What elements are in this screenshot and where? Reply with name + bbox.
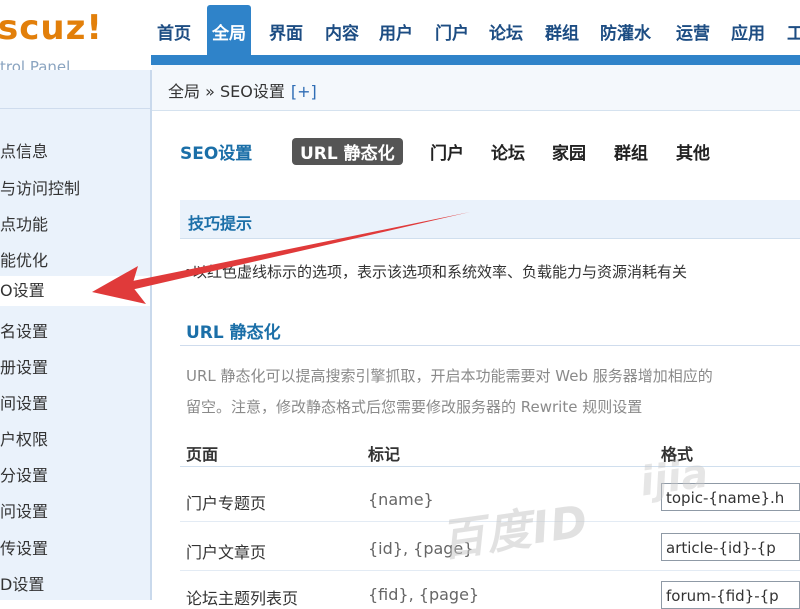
- top-navigation: 首页 全局 界面 内容 用户 门户 论坛 群组 防灌水 运营 应用 工: [151, 5, 800, 57]
- sidebar-item-access-control[interactable]: 与访问控制: [0, 175, 80, 199]
- topnav-forum[interactable]: 论坛: [489, 19, 523, 44]
- sidebar-item-user-permissions[interactable]: 户权限: [0, 426, 48, 450]
- tips-bullet: [186, 269, 190, 273]
- subtab-groups[interactable]: 群组: [614, 139, 648, 164]
- logo-subtitle: trol Panel: [0, 58, 71, 70]
- topnav-antispam[interactable]: 防灌水: [600, 19, 651, 44]
- breadcrumb-expand-button[interactable]: [+]: [291, 82, 317, 101]
- section-divider: [180, 345, 800, 346]
- sidebar-item-register[interactable]: 册设置: [0, 354, 48, 378]
- table-cell-mark: {fid}, {page}: [368, 585, 480, 604]
- topnav-operations[interactable]: 运营: [676, 19, 710, 44]
- topnav-interface[interactable]: 界面: [269, 19, 303, 44]
- format-input[interactable]: forum-{fid}-{p: [661, 581, 800, 609]
- section-description-line2: 留空。注意，修改静态格式后您需要修改服务器的 Rewrite 规则设置: [186, 398, 643, 416]
- section-description-line1: URL 静态化可以提高搜索引擎抓取，开启本功能需要对 Web 服务器增加相应的: [186, 367, 713, 385]
- sidebar-item-credits[interactable]: 分设置: [0, 462, 48, 486]
- subtab-url-static[interactable]: URL 静态化: [292, 138, 403, 165]
- sidebar-item-space[interactable]: 间设置: [0, 390, 48, 414]
- sidebar: 点信息 与访问控制 点功能 能优化 O设置 名设置 册设置 间设置 户权限 分设…: [0, 70, 150, 600]
- topnav-users[interactable]: 用户: [379, 19, 413, 44]
- table-header-page: 页面: [186, 445, 219, 464]
- sidebar-item-id[interactable]: D设置: [0, 571, 44, 595]
- subtab-forum[interactable]: 论坛: [491, 139, 525, 164]
- sidebar-divider: [0, 108, 150, 109]
- topnav-global[interactable]: 全局: [207, 5, 251, 57]
- table-cell-page: 门户文章页: [186, 543, 267, 562]
- breadcrumb: 全局 » SEO设置 [+]: [168, 78, 317, 102]
- top-header: scuz! trol Panel 首页 全局 界面 内容 用户 门户 论坛 群组…: [0, 0, 800, 70]
- sidebar-item-upload[interactable]: 传设置: [0, 535, 48, 559]
- breadcrumb-path[interactable]: 全局 » SEO设置: [168, 82, 285, 101]
- sidebar-item-questions[interactable]: 问设置: [0, 498, 48, 522]
- sidebar-item-performance[interactable]: 能优化: [0, 247, 48, 271]
- topnav-home[interactable]: 首页: [157, 19, 191, 44]
- table-cell-page: 论坛主题列表页: [186, 589, 299, 608]
- sidebar-item-site-features[interactable]: 点功能: [0, 211, 48, 235]
- topnav-tools[interactable]: 工: [787, 19, 800, 44]
- table-cell-mark: {name}: [368, 490, 434, 509]
- topnav-apps[interactable]: 应用: [731, 19, 765, 44]
- row-divider: [180, 570, 800, 571]
- format-input[interactable]: article-{id}-{p: [661, 533, 800, 561]
- watermark-secondary: ijia: [637, 450, 711, 506]
- topnav-portal[interactable]: 门户: [435, 19, 469, 44]
- table-cell-page: 门户专题页: [186, 494, 267, 513]
- sidebar-item-site-info[interactable]: 点信息: [0, 138, 48, 162]
- subtab-title: SEO设置: [180, 144, 253, 164]
- sidebar-item-seo[interactable]: O设置: [0, 276, 150, 306]
- tips-header: 技巧提示: [180, 200, 800, 239]
- tips-text: 以红色虚线标示的选项，表示该选项和系统效率、负载能力与资源消耗有关: [192, 263, 688, 281]
- topnav-content[interactable]: 内容: [325, 19, 359, 44]
- subtab-portal[interactable]: 门户: [430, 139, 464, 164]
- subtab-other[interactable]: 其他: [676, 139, 710, 164]
- table-header-mark: 标记: [368, 445, 401, 464]
- section-title: URL 静态化: [186, 323, 281, 343]
- tips-title: 技巧提示: [188, 214, 253, 233]
- logo-brand: scuz!: [0, 8, 103, 48]
- nav-underline-bar: [151, 55, 800, 65]
- breadcrumb-bar: 全局 » SEO设置 [+]: [152, 65, 800, 111]
- topnav-groups[interactable]: 群组: [545, 19, 579, 44]
- logo[interactable]: scuz! trol Panel: [0, 8, 150, 70]
- sidebar-item-domain[interactable]: 名设置: [0, 318, 48, 342]
- subtab-home[interactable]: 家园: [552, 139, 586, 164]
